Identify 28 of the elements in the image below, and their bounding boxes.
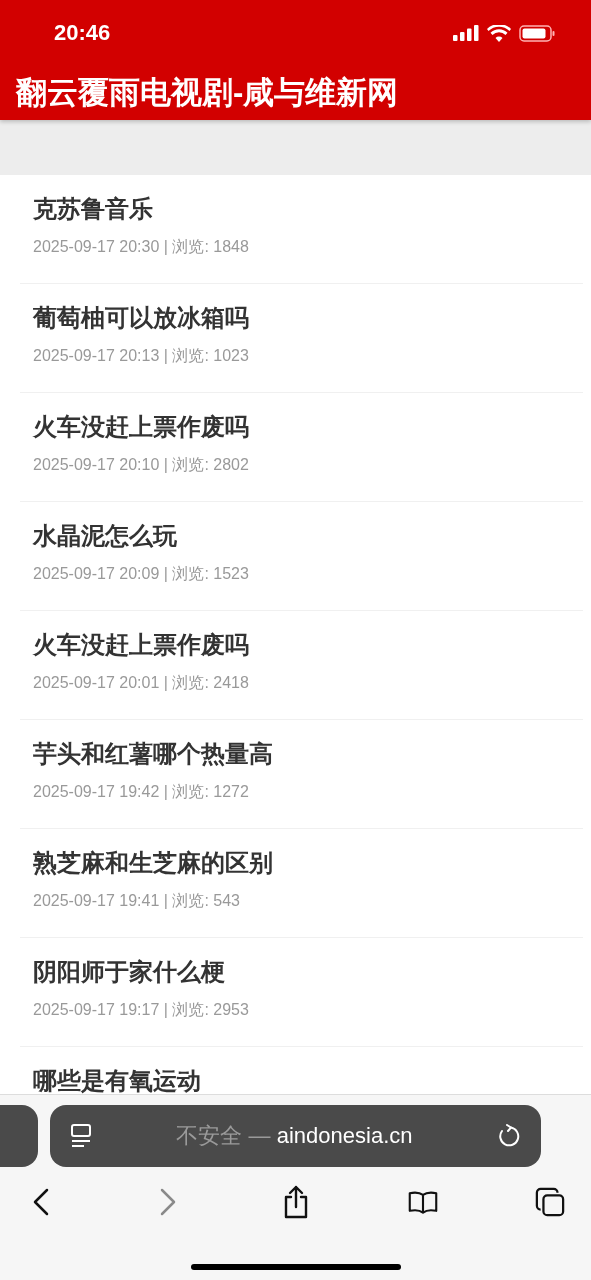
reader-icon[interactable] (70, 1124, 92, 1148)
article-title[interactable]: 阴阳师于家什么梗 (33, 958, 225, 986)
tabs-button[interactable] (535, 1185, 565, 1219)
article-meta: 2025-09-17 20:09 | 浏览: 1523 (33, 564, 249, 584)
article-meta: 2025-09-17 19:17 | 浏览: 2953 (33, 1000, 249, 1020)
article-meta: 2025-09-17 20:13 | 浏览: 1023 (33, 346, 249, 366)
status-time: 20:46 (54, 20, 111, 46)
article-title[interactable]: 葡萄柚可以放冰箱吗 (33, 304, 249, 332)
article-title[interactable]: 火车没赶上票作废吗 (33, 413, 249, 441)
article-meta: 2025-09-17 19:42 | 浏览: 1272 (33, 782, 249, 802)
article-title[interactable]: 水晶泥怎么玩 (33, 522, 177, 550)
url-text: 不安全 — aindonesia.cn (176, 1122, 413, 1150)
article-title[interactable]: 火车没赶上票作废吗 (33, 631, 249, 659)
article-meta: 2025-09-17 20:01 | 浏览: 2418 (33, 673, 249, 693)
site-title: 翻云覆雨电视剧-咸与维新网 (14, 74, 400, 112)
reload-icon[interactable] (497, 1124, 521, 1148)
signal-icon (453, 25, 479, 41)
article-meta: 2025-09-17 20:30 | 浏览: 1848 (33, 237, 249, 257)
battery-icon (519, 24, 555, 42)
tab-preview[interactable] (0, 1105, 38, 1167)
article-title[interactable]: 克苏鲁音乐 (33, 195, 153, 223)
article-title[interactable]: 哪些是有氧运动 (33, 1067, 201, 1094)
address-bar[interactable]: 不安全 — aindonesia.cn (50, 1105, 541, 1167)
article-meta: 2025-09-17 20:10 | 浏览: 2802 (33, 455, 249, 475)
article-meta: 2025-09-17 19:41 | 浏览: 543 (33, 891, 240, 911)
article-title[interactable]: 芋头和红薯哪个热量高 (33, 740, 273, 768)
article-title[interactable]: 熟芝麻和生芝麻的区别 (33, 849, 273, 877)
wifi-icon (487, 24, 511, 42)
